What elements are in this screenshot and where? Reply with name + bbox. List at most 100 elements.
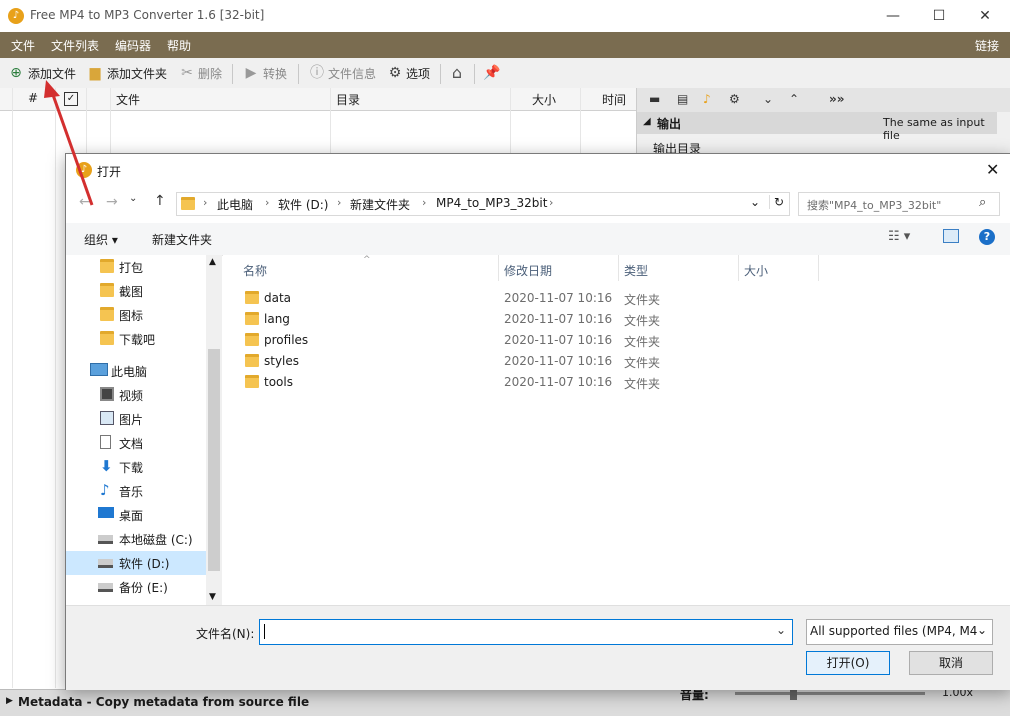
nav-item-downloads[interactable]: ⬇ 下载 — [66, 455, 206, 479]
nav-item-pack[interactable]: 打包 — [66, 255, 206, 279]
volume-slider[interactable] — [735, 692, 925, 695]
breadcrumb-drive-d[interactable]: 软件 (D:) — [278, 196, 328, 213]
file-row-tools[interactable]: tools 2020-11-07 10:16 文件夹 — [241, 372, 1001, 393]
minimize-button[interactable]: — — [870, 0, 916, 32]
recent-chevron-icon[interactable]: ⌄ — [129, 193, 137, 204]
breadcrumb-separator: › — [422, 196, 427, 209]
column-directory[interactable]: 目录 — [336, 91, 360, 108]
nav-item-this-pc[interactable]: 此电脑 — [66, 359, 206, 383]
nav-item-label: 文档 — [119, 437, 144, 451]
nav-item-music[interactable]: ♪ 音乐 — [66, 479, 206, 503]
column-number[interactable]: # — [28, 91, 38, 105]
maximize-button[interactable]: ☐ — [916, 0, 962, 32]
document-icon — [100, 435, 111, 449]
nav-item-desktop[interactable]: 桌面 — [66, 503, 206, 527]
music-icon[interactable]: ♪ — [703, 92, 711, 106]
column-divider — [738, 255, 739, 281]
nav-item-drive-d[interactable]: 软件 (D:) — [66, 551, 206, 575]
nav-item-drive-e[interactable]: 备份 (E:) — [66, 575, 206, 599]
scroll-up-icon[interactable]: ▲ — [209, 257, 216, 267]
close-button[interactable]: ✕ — [962, 0, 1008, 32]
nav-scrollbar-thumb[interactable] — [208, 349, 220, 571]
preview-pane-icon[interactable] — [943, 229, 959, 243]
home-icon[interactable]: ⌂ — [449, 65, 465, 81]
gear-icon[interactable]: ⚙ — [729, 92, 740, 106]
view-options-icon[interactable]: ☷ ▾ — [888, 229, 910, 244]
add-folder-button[interactable]: 添加文件夹 — [107, 65, 167, 82]
up-arrow-icon[interactable]: ↑ — [154, 193, 166, 209]
cancel-button[interactable]: 取消 — [909, 651, 993, 675]
filename-input[interactable]: ⌄ — [259, 619, 793, 645]
search-box[interactable]: 搜索"MP4_to_MP3_32bit" ⌕ — [798, 192, 1000, 216]
pin-icon[interactable]: 📌 — [483, 65, 500, 81]
dialog-close-button[interactable]: ✕ — [986, 160, 999, 179]
file-info-icon: ⓘ — [310, 65, 324, 81]
file-date: 2020-11-07 10:16 — [504, 312, 613, 326]
folder-icon — [100, 307, 114, 321]
breadcrumb-this-pc[interactable]: 此电脑 — [217, 196, 253, 213]
output-value[interactable]: The same as input file — [883, 116, 997, 142]
file-row-data[interactable]: data 2020-11-07 10:16 文件夹 — [241, 288, 1001, 309]
file-info-button[interactable]: 文件信息 — [328, 65, 376, 82]
chevron-up-icon[interactable]: ⌃ — [789, 92, 799, 106]
nav-item-screenshots[interactable]: 截图 — [66, 279, 206, 303]
file-row-profiles[interactable]: profiles 2020-11-07 10:16 文件夹 — [241, 330, 1001, 351]
menu-encoder[interactable]: 编码器 — [115, 37, 151, 54]
scroll-down-icon[interactable]: ▼ — [209, 592, 216, 602]
open-file-dialog: ♪ 打开 ✕ ← → ⌄ ↑ › 此电脑 › 软件 (D:) › 新建文件夹 ›… — [65, 153, 1010, 690]
convert-button[interactable]: 转换 — [263, 65, 287, 82]
nav-item-drive-c[interactable]: 本地磁盘 (C:) — [66, 527, 206, 551]
document-icon[interactable]: ▤ — [677, 92, 688, 106]
more-button[interactable]: »» — [829, 92, 845, 106]
help-icon[interactable]: ? — [979, 229, 995, 245]
chevron-down-icon[interactable]: ⌄ — [776, 623, 786, 637]
menu-help[interactable]: 帮助 — [167, 37, 191, 54]
metadata-status[interactable]: Metadata - Copy metadata from source fil… — [18, 695, 309, 709]
menu-file[interactable]: 文件 — [11, 37, 35, 54]
nav-item-icons[interactable]: 图标 — [66, 303, 206, 327]
output-section-header[interactable]: ◢ 输出 The same as input file — [637, 112, 997, 142]
column-size[interactable]: 大小 — [532, 91, 556, 108]
nav-item-documents[interactable]: 文档 — [66, 431, 206, 455]
nav-item-videos[interactable]: 视频 — [66, 383, 206, 407]
column-type[interactable]: 类型 — [624, 262, 648, 279]
picture-icon — [100, 411, 114, 425]
select-all-checkbox[interactable]: ✓ — [64, 92, 78, 106]
nav-item-label: 图片 — [119, 413, 144, 427]
column-date[interactable]: 修改日期 — [504, 262, 552, 279]
expand-arrow-icon[interactable]: ▶ — [6, 696, 13, 706]
address-dropdown-icon[interactable]: ⌄ — [750, 195, 760, 209]
new-folder-button[interactable]: 新建文件夹 — [152, 231, 212, 248]
nav-item-xiazaiba[interactable]: 下载吧 — [66, 327, 206, 351]
column-size[interactable]: 大小 — [744, 262, 768, 279]
menu-filelist[interactable]: 文件列表 — [51, 37, 99, 54]
chevron-down-icon[interactable]: ⌄ — [977, 623, 988, 637]
nav-item-pictures[interactable]: 图片 — [66, 407, 206, 431]
add-file-button[interactable]: 添加文件 — [28, 65, 76, 82]
navigation-pane: 打包 截图 图标 下载吧 此电脑 视频 图片 文档 ⬇ 下载 ♪ 音乐 桌面 本… — [66, 255, 221, 605]
open-button[interactable]: 打开(O) — [806, 651, 890, 675]
back-arrow-icon[interactable]: ← — [79, 194, 91, 210]
file-type: 文件夹 — [624, 314, 661, 328]
breadcrumb-separator: › — [337, 196, 342, 209]
menu-links[interactable]: 链接 — [975, 37, 999, 54]
column-name[interactable]: 名称 — [243, 262, 267, 279]
breadcrumb-new-folder[interactable]: 新建文件夹 — [350, 196, 410, 213]
column-file[interactable]: 文件 — [116, 91, 140, 108]
add-folder-icon: ▆ — [89, 65, 101, 81]
file-row-lang[interactable]: lang 2020-11-07 10:16 文件夹 — [241, 309, 1001, 330]
delete-button[interactable]: 删除 — [198, 65, 222, 82]
options-button[interactable]: 选项 — [406, 65, 430, 82]
refresh-icon[interactable]: ↻ — [769, 195, 784, 209]
toolbar-divider — [474, 64, 475, 84]
folder-icon[interactable]: ▬ — [649, 92, 660, 106]
search-icon[interactable]: ⌕ — [979, 195, 986, 210]
address-bar[interactable]: › 此电脑 › 软件 (D:) › 新建文件夹 › MP4_to_MP3_32b… — [176, 192, 790, 216]
chevron-down-icon[interactable]: ⌄ — [763, 92, 773, 106]
forward-arrow-icon[interactable]: → — [106, 194, 118, 210]
breadcrumb-current[interactable]: MP4_to_MP3_32bit — [436, 196, 547, 210]
organize-button[interactable]: 组织 ▾ — [84, 231, 118, 248]
file-row-styles[interactable]: styles 2020-11-07 10:16 文件夹 — [241, 351, 1001, 372]
file-type-filter[interactable]: All supported files (MP4, M4 ⌄ — [806, 619, 993, 645]
column-time[interactable]: 时间 — [602, 91, 626, 108]
